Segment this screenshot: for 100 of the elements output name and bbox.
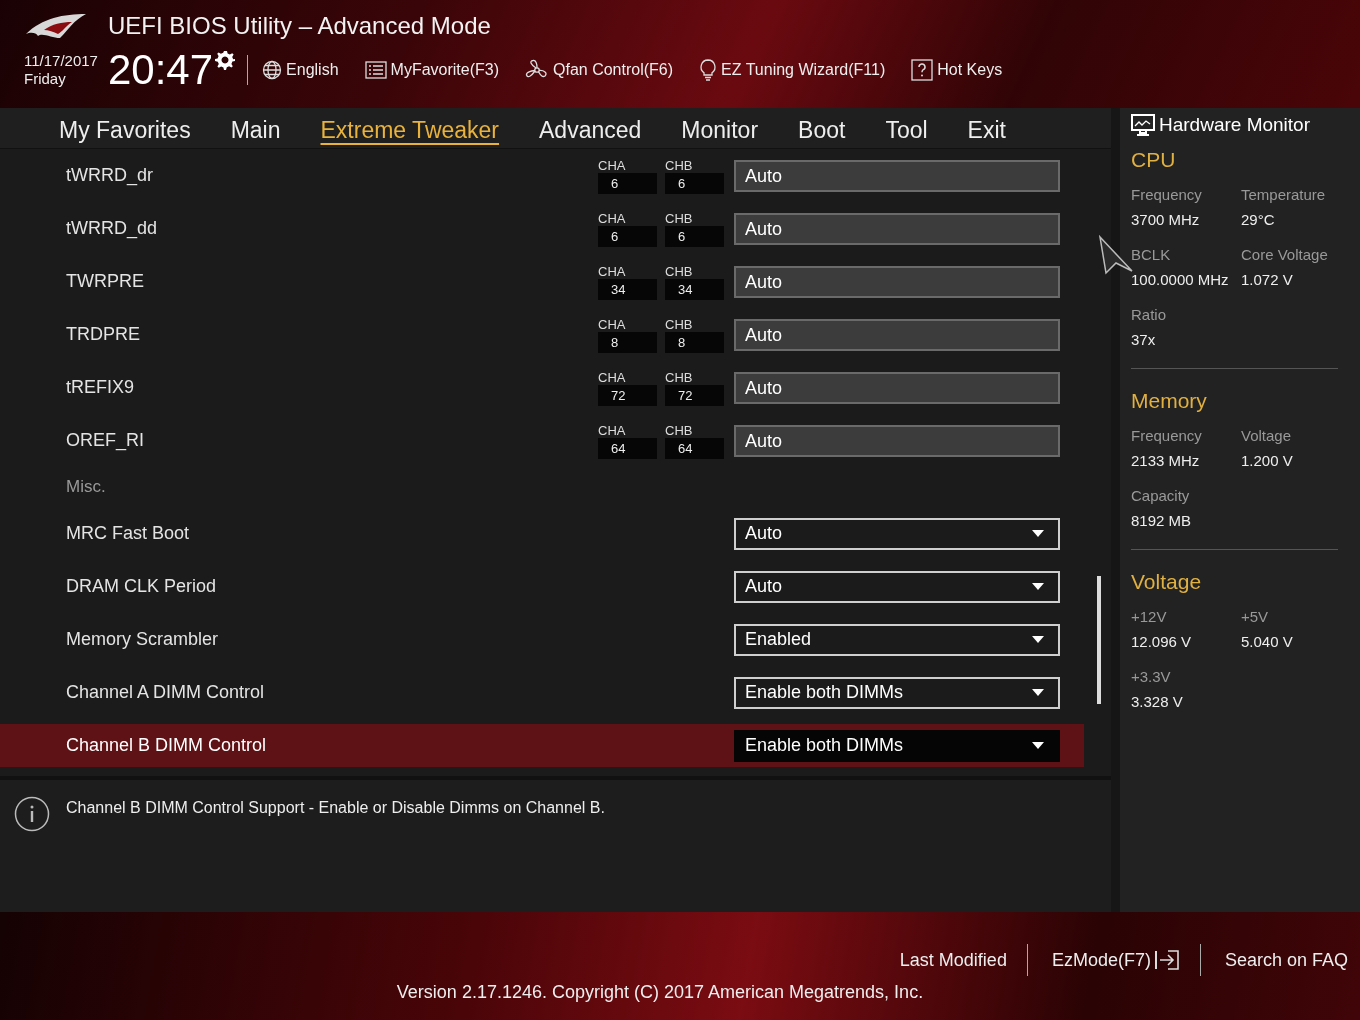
panel-title: Hardware Monitor — [1159, 114, 1310, 136]
value-field[interactable]: Auto — [734, 424, 1060, 457]
reading-value: 1.200 V — [1241, 452, 1294, 469]
menu-tab[interactable]: Tool — [865, 108, 948, 148]
setting-row[interactable]: OREF_RI CHA 64 CHB 64 Auto — [0, 414, 1111, 467]
footer-link[interactable]: Last Modified — [899, 949, 1007, 971]
question-icon — [911, 59, 934, 81]
caret-icon — [1032, 530, 1044, 537]
toolbar-button[interactable]: Qfan Control(F6) — [525, 59, 674, 81]
setting-label: tREFIX9 — [66, 377, 136, 398]
value-field[interactable]: Auto — [734, 265, 1060, 298]
dropdown[interactable]: Auto — [734, 570, 1060, 603]
caret-icon — [1032, 742, 1044, 749]
channel-value: 8 — [665, 331, 724, 353]
channel-label: CHB — [665, 316, 694, 332]
channel-label: CHA — [598, 369, 627, 385]
reading-label: Ratio — [1131, 306, 1168, 323]
footer-link[interactable]: Search on FAQ — [1224, 949, 1348, 971]
toolbar-button[interactable]: English — [262, 60, 339, 80]
channel-label: CHB — [665, 210, 694, 226]
channel-label: CHA — [598, 422, 627, 438]
window-title: UEFI BIOS Utility – Advanced Mode — [108, 12, 491, 40]
reading-value: 12.096 V — [1131, 633, 1193, 650]
reading-label: BCLK — [1131, 246, 1172, 263]
channel-label: CHA — [598, 263, 627, 279]
menu-tab[interactable]: Monitor — [661, 108, 779, 148]
help-text: Channel B DIMM Control Support - Enable or Disable Dimms on Channel B. — [66, 799, 605, 817]
footer-link[interactable]: EzMode(F7) — [1051, 949, 1180, 971]
caret-icon — [1032, 583, 1044, 590]
dropdown[interactable]: Auto — [734, 517, 1060, 550]
setting-row[interactable]: MRC Fast Boot Auto — [0, 507, 1111, 560]
channel-value: 64 — [598, 437, 657, 459]
reading-value: 3.328 V — [1131, 693, 1184, 710]
setting-label: MRC Fast Boot — [66, 523, 191, 544]
channel-label: CHA — [598, 210, 627, 226]
reading-value: 37x — [1131, 331, 1157, 348]
reading-value: 2133 MHz — [1131, 452, 1201, 469]
dropdown[interactable]: Enable both DIMMs — [734, 729, 1060, 762]
toolbar-button[interactable]: Hot Keys — [911, 59, 1003, 81]
toolbar-button[interactable]: EZ Tuning Wizard(F11) — [699, 59, 886, 81]
menu-tab[interactable]: My Favorites — [39, 108, 211, 148]
dropdown[interactable]: Enable both DIMMs — [734, 676, 1060, 709]
value-field[interactable]: Auto — [734, 212, 1060, 245]
reading-value: 1.072 V — [1241, 271, 1294, 288]
channel-value: 6 — [665, 172, 724, 194]
value-field[interactable]: Auto — [734, 159, 1060, 192]
list-icon — [364, 61, 387, 79]
reading-label: +12V — [1131, 608, 1168, 625]
channel-value: 6 — [665, 225, 724, 247]
setting-row[interactable]: TWRPRE CHA 34 CHB 34 Auto — [0, 255, 1111, 308]
channel-value: 34 — [598, 278, 657, 300]
channel-value: 72 — [665, 384, 724, 406]
setting-label: DRAM CLK Period — [66, 576, 218, 597]
caret-icon — [1032, 636, 1044, 643]
setting-row[interactable]: DRAM CLK Period Auto — [0, 560, 1111, 613]
version-text: Version 2.17.1246. Copyright (C) 2017 American Megatrends, Inc. — [396, 982, 924, 1003]
setting-label: tWRRD_dr — [66, 165, 154, 186]
channel-label: CHB — [665, 263, 694, 279]
setting-row[interactable]: Memory Scrambler Enabled — [0, 613, 1111, 666]
reading-label: Core Voltage — [1241, 246, 1329, 263]
reading-label: Frequency — [1131, 427, 1203, 444]
menu-tab[interactable]: Exit — [947, 108, 1026, 148]
channel-label: CHA — [598, 316, 627, 332]
monitor-section-title: CPU — [1131, 148, 1177, 172]
reading-label: +5V — [1241, 608, 1270, 625]
channel-value: 6 — [598, 172, 657, 194]
dropdown[interactable]: Enabled — [734, 623, 1060, 656]
lightbulb-icon — [699, 59, 718, 81]
setting-label: OREF_RI — [66, 430, 145, 451]
setting-row[interactable]: tREFIX9 CHA 72 CHB 72 Auto — [0, 361, 1111, 414]
value-field[interactable]: Auto — [734, 318, 1060, 351]
monitor-section-title: Voltage — [1131, 570, 1203, 594]
setting-row[interactable]: tWRRD_dd CHA 6 CHB 6 Auto — [0, 202, 1111, 255]
menu-tab[interactable]: Boot — [778, 108, 866, 148]
menu-tab[interactable]: Advanced — [519, 108, 662, 148]
selected-setting-row[interactable]: Channel B DIMM Control Enable both DIMMs — [0, 724, 1084, 767]
setting-label: Channel A DIMM Control — [66, 682, 266, 703]
setting-label: Channel B DIMM Control — [66, 735, 268, 756]
setting-row[interactable]: Channel A DIMM Control Enable both DIMMs — [0, 666, 1111, 719]
reading-value: 29°C — [1241, 211, 1276, 228]
clock-time: 20:47 — [107, 48, 214, 92]
setting-row[interactable]: TRDPRE CHA 8 CHB 8 Auto — [0, 308, 1111, 361]
settings-icon[interactable] — [215, 50, 236, 70]
channel-label: CHB — [665, 422, 694, 438]
caret-icon — [1032, 689, 1044, 696]
globe-icon — [262, 60, 283, 80]
reading-label: Capacity — [1131, 487, 1191, 504]
menu-tab[interactable]: Extreme Tweaker — [300, 108, 520, 148]
reading-value: 5.040 V — [1241, 633, 1294, 650]
channel-label: CHB — [665, 369, 694, 385]
menu-tab[interactable]: Main — [210, 108, 301, 148]
channel-value: 8 — [598, 331, 657, 353]
scrollbar-thumb[interactable] — [1097, 576, 1101, 704]
value-field[interactable]: Auto — [734, 371, 1060, 404]
toolbar-button[interactable]: MyFavorite(F3) — [364, 61, 499, 79]
section-heading: Misc. — [65, 476, 106, 498]
channel-value: 6 — [598, 225, 657, 247]
setting-row[interactable]: tWRRD_dr CHA 6 CHB 6 Auto — [0, 149, 1111, 202]
channel-value: 72 — [598, 384, 657, 406]
channel-label: CHA — [598, 157, 627, 173]
